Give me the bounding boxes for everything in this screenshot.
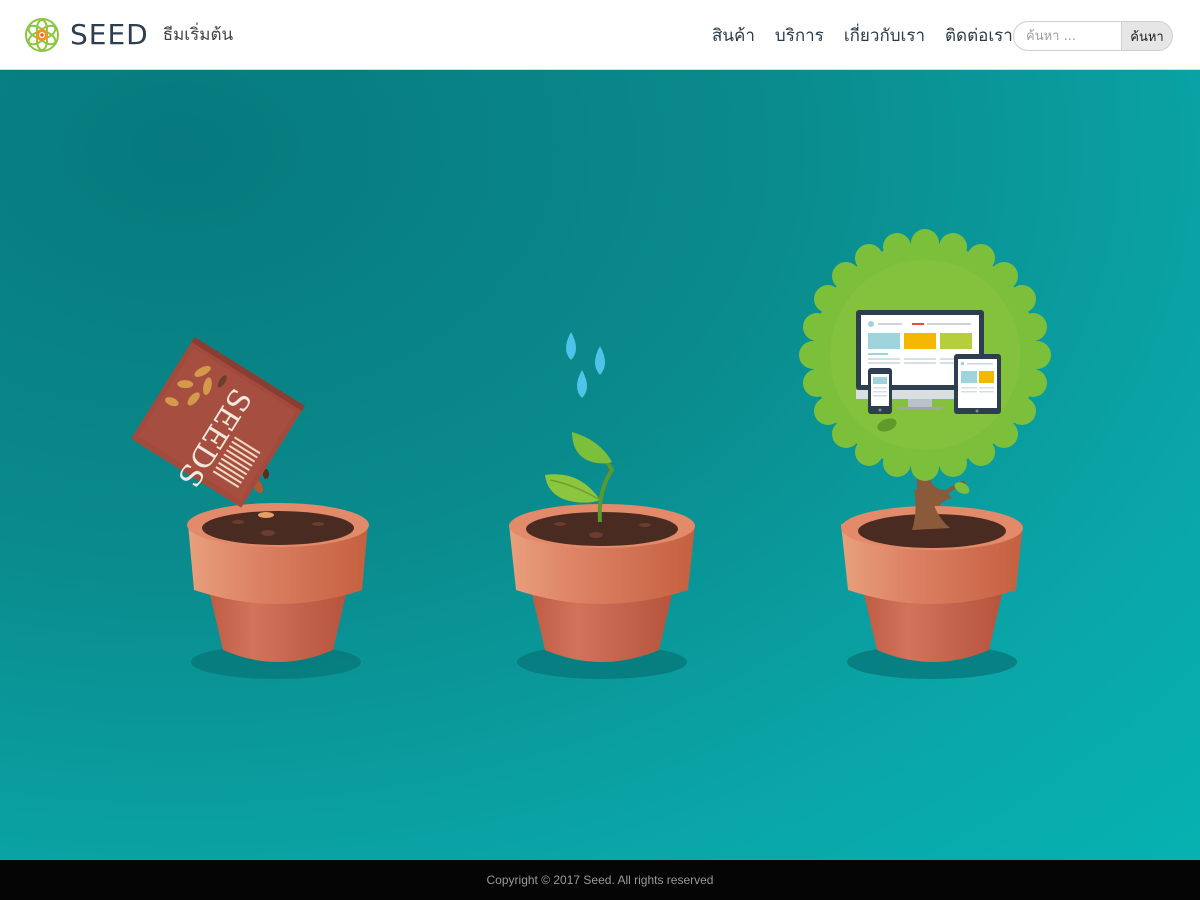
growth-illustration: SEEDS (131, 229, 1051, 679)
water-drop-icon (566, 332, 576, 360)
search-input[interactable] (1013, 21, 1121, 51)
brand-name: SEED (70, 18, 149, 51)
responsive-devices (856, 310, 1001, 414)
brand-tagline: ธีมเริ่มต้น (162, 25, 234, 45)
pot-with-sprout (509, 332, 695, 679)
nav-item-about[interactable]: เกี่ยวกับเรา (844, 24, 925, 48)
copyright-text: Copyright © 2017 Seed. All rights reserv… (486, 873, 714, 887)
brand[interactable]: SEED ธีมเริ่มต้น (24, 17, 233, 53)
pot-with-tree (799, 229, 1051, 679)
flower-logo-icon (25, 18, 59, 52)
site-footer: Copyright © 2017 Seed. All rights reserv… (0, 860, 1200, 900)
seed-packet: SEEDS (131, 336, 305, 508)
main-nav: สินค้า บริการ เกี่ยวกับเรา ติดต่อเรา (712, 24, 1033, 48)
search-form: ค้นหา (1013, 21, 1173, 51)
pot-with-seeds: SEEDS (131, 336, 369, 679)
search-button[interactable]: ค้นหา (1121, 21, 1173, 51)
nav-item-services[interactable]: บริการ (775, 24, 824, 48)
water-drop-icon (595, 346, 605, 375)
water-drop-icon (577, 370, 587, 398)
nav-item-contact[interactable]: ติดต่อเรา (945, 24, 1013, 48)
hero-illustration: SEEDS (0, 70, 1200, 860)
nav-item-products[interactable]: สินค้า (712, 24, 755, 48)
site-header: SEED ธีมเริ่มต้น สินค้า บริการ เกี่ยวกับ… (0, 0, 1200, 70)
